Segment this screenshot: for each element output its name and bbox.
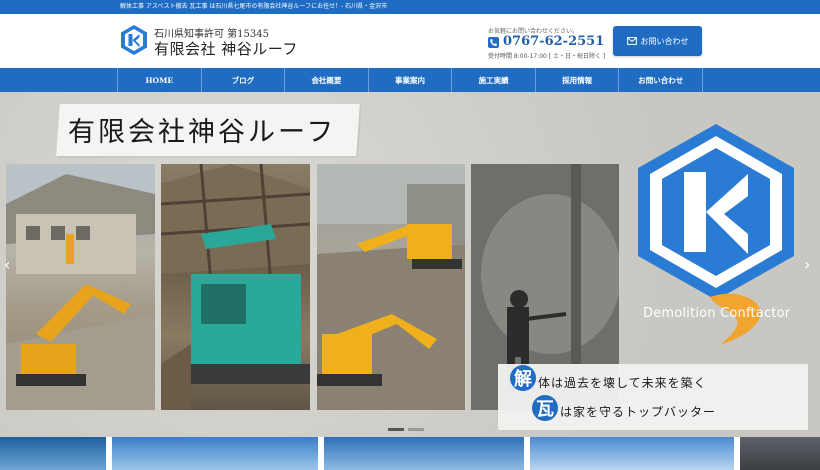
business-hours: 受付時間 8:00-17:00 [ 土・日・祝日除く ] — [488, 53, 606, 60]
hero-title: 有限会社神谷ルーフ — [68, 117, 337, 148]
inquiry-button[interactable]: お問い合わせ — [613, 26, 702, 56]
slider-dot-1[interactable] — [388, 428, 404, 431]
slider-pagination — [388, 428, 424, 431]
slogan-line-2: は家を守るトップバッター — [560, 405, 717, 419]
mail-icon — [626, 37, 637, 45]
thumbnail-strip — [0, 437, 820, 470]
demolition-photo-1 — [6, 164, 155, 410]
phone-icon — [488, 37, 499, 48]
main-nav: HOME ブログ 会社概要 事業案内 施工実績 採用情報 お問い合わせ — [0, 68, 820, 92]
inquiry-button-label: お問い合わせ — [640, 36, 689, 46]
slider-dot-2[interactable] — [408, 428, 424, 431]
site-header: 石川県知事許可 第15345 有限会社 神谷ルーフ お気軽にお問い合わせください… — [0, 14, 820, 68]
demolition-photo-3 — [317, 164, 465, 410]
demolition-photo-2 — [161, 164, 310, 410]
slider-next-arrow-icon[interactable]: › — [804, 255, 810, 274]
nav-item-contact[interactable]: お問い合わせ — [618, 68, 704, 92]
top-tagline: 解体工事 アスベスト撤去 瓦工事 は石川県七尾市の有限会社神谷ルーフにお任せ！-… — [120, 3, 388, 10]
slogan-kanji-1: 解 — [510, 365, 536, 391]
k-hexagon-large-logo-icon — [638, 124, 794, 300]
nav-item-home[interactable]: HOME — [117, 68, 201, 92]
slider-prev-arrow-icon[interactable]: ‹ — [4, 255, 10, 274]
company-name[interactable]: 有限会社 神谷ルーフ — [154, 38, 298, 59]
nav-item-works[interactable]: 施工実績 — [451, 68, 535, 92]
slogan-line-1: 体は過去を壊して未来を築く — [538, 376, 707, 390]
slogan-kanji-2: 瓦 — [532, 395, 558, 421]
phone-number[interactable]: 0767-62-2551 — [503, 34, 604, 49]
k-hexagon-logo-icon[interactable] — [120, 24, 148, 56]
nav-item-recruit[interactable]: 採用情報 — [534, 68, 619, 92]
top-tagline-bar: 解体工事 アスベスト撤去 瓦工事 は石川県七尾市の有限会社神谷ルーフにお任せ！-… — [0, 0, 820, 14]
nav-item-services[interactable]: 事業案内 — [367, 68, 452, 92]
logo-caption: Demolition Conftactor — [643, 306, 791, 321]
nav-item-blog[interactable]: ブログ — [200, 68, 285, 92]
nav-item-company[interactable]: 会社概要 — [284, 68, 368, 92]
thumbnail-1[interactable] — [0, 437, 106, 470]
thumbnail-3[interactable] — [324, 437, 524, 470]
thumbnail-4[interactable] — [530, 437, 734, 470]
thumbnail-2[interactable] — [112, 437, 318, 470]
thumbnail-5[interactable] — [740, 437, 820, 470]
hero-slider[interactable]: 有限会社神谷ルーフ ‹ › Demolition Conftactor 解 体は… — [0, 92, 820, 437]
